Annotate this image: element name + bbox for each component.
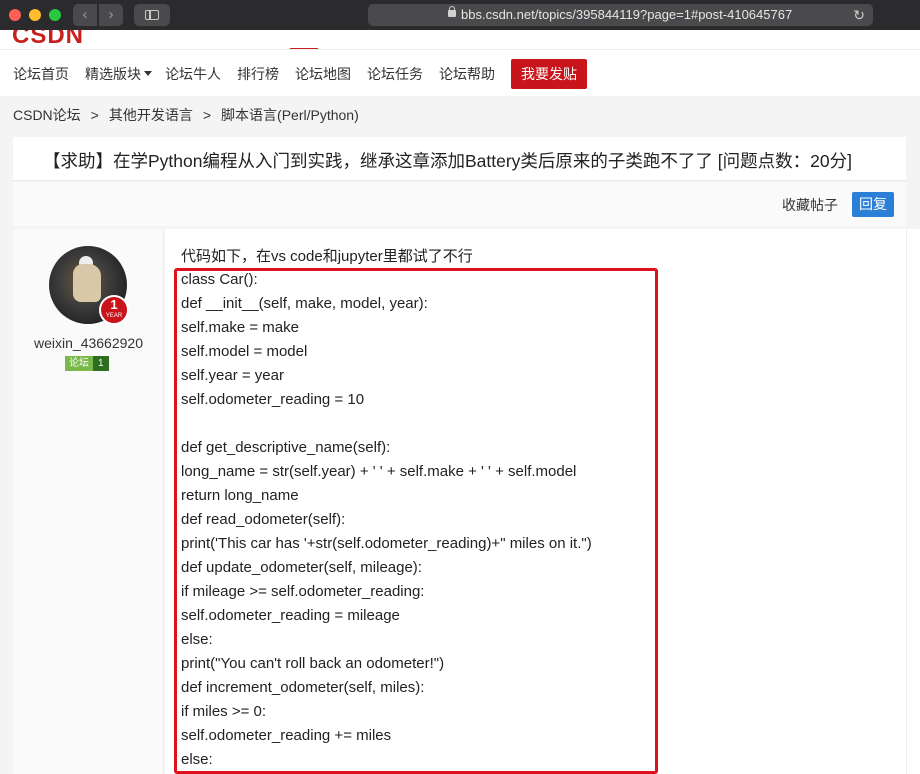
level-number: 1: [93, 356, 109, 371]
author-panel: 1 YEAR weixin_43662920 论坛 1: [13, 229, 164, 774]
back-button[interactable]: ‹: [73, 4, 97, 26]
chevron-left-icon: ‹: [82, 6, 88, 23]
caret-down-icon: [144, 71, 152, 76]
close-window-button[interactable]: [9, 9, 21, 21]
reload-icon[interactable]: ↻: [853, 4, 865, 26]
code-line: class Car():: [181, 271, 258, 288]
reply-button[interactable]: 回复: [852, 192, 894, 217]
forward-button[interactable]: ›: [99, 4, 123, 26]
code-line: def update_odometer(self, mileage):: [181, 559, 422, 576]
astronaut-body-shape: [73, 264, 101, 302]
post-intro: 代码如下，在vs code和jupyter里都试了不行: [181, 248, 473, 265]
post-content: 代码如下，在vs code和jupyter里都试了不行 class Car():…: [165, 229, 906, 774]
code-line: def get_descriptive_name(self):: [181, 439, 391, 456]
code-line: self.odometer_reading = 10: [181, 391, 365, 408]
nav-forum-tasks[interactable]: 论坛任务: [367, 64, 423, 84]
code-line: def increment_odometer(self, miles):: [181, 679, 425, 696]
browser-toolbar: ‹ › bbs.csdn.net/topics/395844119?page=1…: [0, 0, 920, 30]
code-line: self.model = model: [181, 343, 308, 360]
author-username[interactable]: weixin_43662920: [13, 335, 164, 351]
site-header: CSDN: [0, 30, 920, 50]
year-badge-label: YEAR: [105, 313, 123, 319]
code-line: if miles >= 0:: [181, 703, 267, 720]
code-line: print("You can't roll back an odometer!"…: [181, 655, 445, 672]
topic-header: 【求助】在学Python编程从入门到实践，继承这章添加Battery类后原来的子…: [13, 137, 906, 181]
minimize-window-button[interactable]: [29, 9, 41, 21]
favorite-post-link[interactable]: 收藏帖子: [782, 195, 838, 215]
new-post-button[interactable]: 我要发贴: [511, 59, 587, 89]
code-line: else:: [181, 631, 213, 648]
breadcrumb-item[interactable]: 其他开发语言: [109, 107, 193, 123]
code-line: self.odometer_reading += miles: [181, 727, 392, 744]
nav-forum-home[interactable]: 论坛首页: [13, 64, 69, 84]
breadcrumb-item[interactable]: 脚本语言(Perl/Python): [221, 107, 359, 123]
code-line: long_name = str(self.year) + ' ' + self.…: [181, 463, 577, 480]
breadcrumb-separator: >: [90, 107, 99, 123]
lock-icon: [448, 6, 456, 17]
breadcrumb-item[interactable]: CSDN论坛: [13, 107, 81, 123]
sidebar-toggle-button[interactable]: [134, 4, 170, 26]
code-line: def __init__(self, make, model, year):: [181, 295, 428, 312]
member-year-badge: 1 YEAR: [99, 295, 129, 325]
nav-forum-experts[interactable]: 论坛牛人: [165, 64, 221, 84]
nav-forum-help[interactable]: 论坛帮助: [439, 64, 495, 84]
csdn-logo[interactable]: CSDN: [12, 30, 84, 49]
nav-leaderboard[interactable]: 排行榜: [237, 64, 279, 84]
code-line: self.year = year: [181, 367, 284, 384]
sidebar-icon: [145, 10, 159, 20]
address-bar[interactable]: bbs.csdn.net/topics/395844119?page=1#pos…: [368, 4, 873, 26]
code-line: def read_odometer(self):: [181, 511, 346, 528]
nav-forum-map[interactable]: 论坛地图: [295, 64, 351, 84]
code-line: self.make = make: [181, 319, 299, 336]
topic-title: 【求助】在学Python编程从入门到实践，继承这章添加Battery类后原来的子…: [43, 151, 852, 171]
code-line: print('This car has '+str(self.odometer_…: [181, 535, 592, 552]
url-text: bbs.csdn.net/topics/395844119?page=1#pos…: [461, 7, 793, 22]
topic-actions: 收藏帖子 回复: [13, 182, 906, 226]
level-name: 论坛: [65, 356, 93, 371]
chevron-right-icon: ›: [108, 6, 114, 23]
code-line: self.odometer_reading = mileage: [181, 607, 400, 624]
year-badge-number: 1: [110, 297, 118, 312]
right-gutter: [906, 229, 920, 774]
code-line: else:: [181, 751, 213, 768]
nav-featured-sections[interactable]: 精选版块: [85, 64, 152, 84]
zoom-window-button[interactable]: [49, 9, 61, 21]
code-block: class Car(): def __init__(self, make, mod…: [181, 268, 592, 772]
forum-nav: 论坛首页 精选版块 论坛牛人 排行榜 论坛地图 论坛任务 论坛帮助 我要发贴: [0, 50, 920, 96]
breadcrumb: CSDN论坛 > 其他开发语言 > 脚本语言(Perl/Python): [13, 105, 359, 125]
code-line: if mileage >= self.odometer_reading:: [181, 583, 425, 600]
code-line: return long_name: [181, 487, 299, 504]
forum-level-badge: 论坛 1: [65, 356, 109, 371]
breadcrumb-separator: >: [202, 107, 212, 123]
nav-featured-sections-label: 精选版块: [85, 66, 141, 82]
